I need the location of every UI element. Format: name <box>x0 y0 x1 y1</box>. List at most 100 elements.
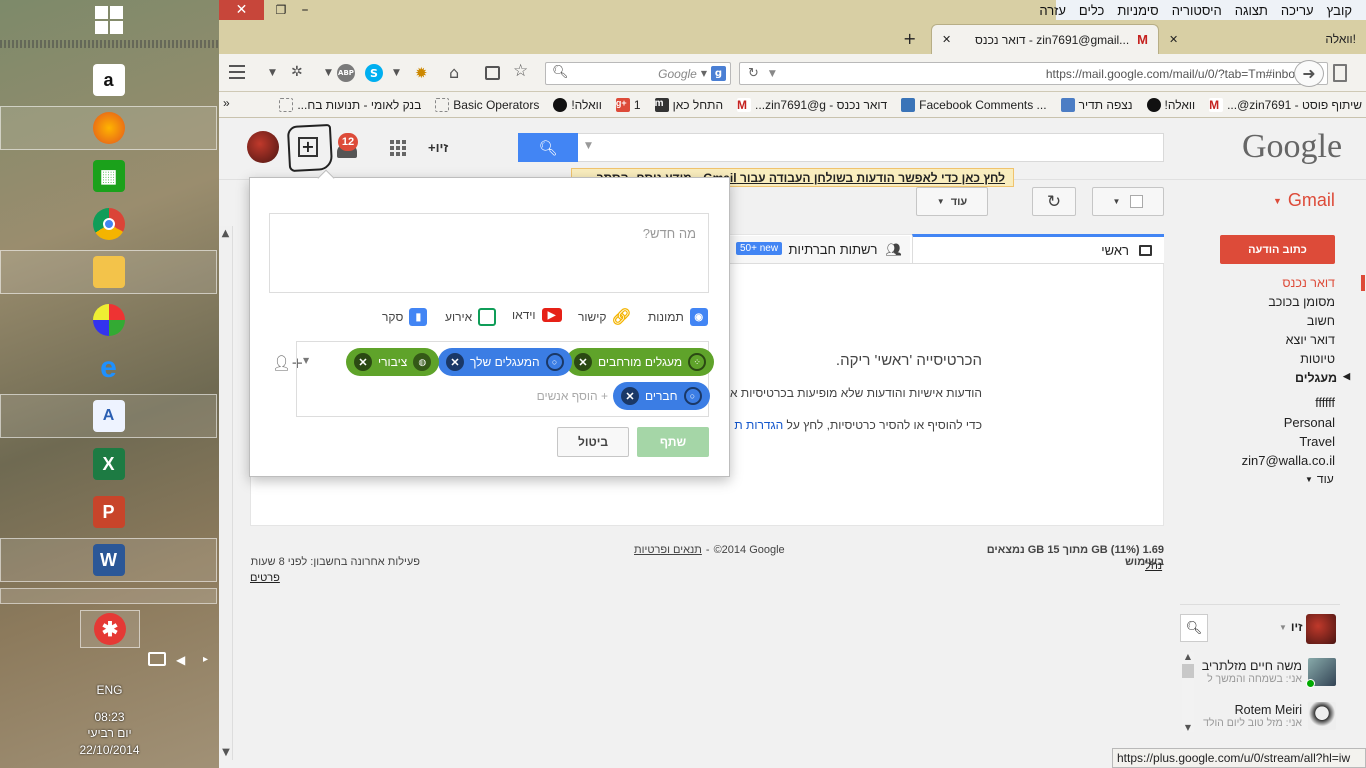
share-poll-option[interactable]: ▮ סקר <box>382 308 428 326</box>
share-post-plus-icon[interactable]: + <box>298 137 318 157</box>
chat-me-avatar[interactable] <box>1306 614 1336 644</box>
taskbar-powerpoint[interactable]: P <box>0 490 217 534</box>
bookmark-item[interactable]: נצפה תדיר <box>1060 97 1133 112</box>
share-video-option[interactable]: ▶ וידאו <box>512 308 562 322</box>
window-restore-icon[interactable]: ❐ <box>272 1 290 19</box>
forward-arrow-icon[interactable]: ➜ <box>1294 60 1324 87</box>
windows-start-icon[interactable] <box>95 6 123 34</box>
taskbar-explorer[interactable] <box>0 250 217 294</box>
compose-button[interactable]: כתוב הודעה <box>1220 235 1335 264</box>
tab-walla[interactable]: ✕ וואלה! <box>1159 24 1366 54</box>
refresh-button[interactable]: ↻ <box>1032 187 1076 216</box>
taskbar-time[interactable]: 08:23 <box>0 710 219 724</box>
remove-chip-icon[interactable]: ✕ <box>354 353 372 371</box>
chat-me-status[interactable]: ▼ זיו <box>1279 620 1303 634</box>
taskbar-amazon[interactable]: a <box>0 58 217 102</box>
menu-hamburger-icon[interactable] <box>229 65 245 79</box>
nav-drafts[interactable]: טיוטות <box>1200 352 1335 366</box>
taskbar-word[interactable]: W <box>0 538 217 582</box>
menu-tools[interactable]: כלים <box>1079 3 1104 18</box>
search-box[interactable]: 🔍︎ Google ▼ g <box>545 62 731 85</box>
select-checkbox[interactable] <box>1130 195 1144 208</box>
window-close-button[interactable]: ✕ <box>219 0 264 20</box>
chevron-down-icon[interactable]: ▼ <box>393 68 400 78</box>
enable-notifications-link[interactable]: לחץ כאן כדי לאפשר הודעות בשולחן העבודה ע… <box>700 171 1005 185</box>
share-text-input[interactable]: מה חדש? <box>269 213 709 293</box>
nav-more[interactable]: ▼ עוד <box>1305 472 1334 486</box>
nav-circles[interactable]: מעגלים ◀ <box>1295 371 1350 385</box>
bookmark-item[interactable]: וואלה! <box>553 97 602 112</box>
home-icon[interactable]: ⌂ <box>449 63 459 82</box>
search-options-icon[interactable]: ▼ <box>585 141 592 151</box>
notifications-count-badge[interactable]: 12 <box>338 133 358 151</box>
taskbar-ie[interactable]: e <box>0 346 217 390</box>
chat-scrollbar[interactable]: ▲ ▼ <box>1182 652 1194 732</box>
scroll-down-icon[interactable]: ▼ <box>219 747 233 758</box>
reload-icon[interactable]: ↻ <box>748 66 759 81</box>
gplus-user-link[interactable]: +זיו <box>428 140 448 155</box>
chat-scroll-thumb[interactable] <box>1182 664 1194 678</box>
menu-file[interactable]: קובץ <box>1327 3 1352 18</box>
more-actions-button[interactable]: ▼ עוד <box>916 187 988 216</box>
nav-label-travel[interactable]: Travel <box>1200 434 1335 449</box>
tab-primary[interactable]: ראשי <box>912 234 1164 264</box>
nav-important[interactable]: חשוב <box>1200 314 1335 328</box>
chat-contact[interactable]: Rotem Meiri אני: מזל טוב ליום הולד <box>1180 696 1336 736</box>
skype-icon[interactable]: S <box>365 64 383 82</box>
activity-details-link[interactable]: פרטים <box>250 572 280 584</box>
bookmark-item[interactable]: M שיתוף פוסט - zin7691@... <box>1209 97 1362 112</box>
bookmark-item[interactable]: Basic Operators <box>435 97 539 112</box>
tab-settings-link[interactable]: הגדרות ת <box>734 418 783 432</box>
menu-help[interactable]: עזרה <box>1039 3 1066 18</box>
bookmark-star-icon[interactable]: ☆ <box>513 61 528 81</box>
scroll-up-icon[interactable]: ▲ <box>219 228 232 239</box>
taskbar-language[interactable]: ENG <box>0 683 219 697</box>
taskbar-scroll[interactable] <box>0 588 217 604</box>
share-link-option[interactable]: 🔗︎ קישור <box>578 308 632 326</box>
taskbar-paint[interactable] <box>0 298 217 342</box>
gmail-search-input[interactable]: ▼ <box>518 133 1164 162</box>
taskbar-firefox[interactable] <box>0 106 217 150</box>
taskbar-chrome[interactable] <box>0 202 217 246</box>
chevron-down-icon[interactable]: ▼ <box>269 68 276 78</box>
apps-grid-icon[interactable] <box>390 140 406 156</box>
bookmark-item[interactable]: וואלה! <box>1146 97 1195 112</box>
chip-your-circles[interactable]: ○ המעגלים שלך ✕ <box>438 348 572 376</box>
nav-sent[interactable]: דואר יוצא <box>1200 333 1335 347</box>
gmail-search-button[interactable]: 🔍︎ <box>518 133 578 162</box>
chevron-down-icon[interactable]: ▼ <box>325 68 332 78</box>
remove-chip-icon[interactable]: ✕ <box>574 353 592 371</box>
tab-gmail[interactable]: ✕ דואר נכנס - zin7691@gmail... M <box>931 24 1159 54</box>
taskbar-store[interactable]: ▦ <box>0 154 217 198</box>
tab-social[interactable]: 50+ new רשתות חברתיות 👥︎ <box>730 236 910 264</box>
share-photos-option[interactable]: ◉ תמונות <box>648 308 708 326</box>
bookmark-item[interactable]: בנק לאומי - תנועות בח... <box>279 97 421 112</box>
tray-expand-icon[interactable]: ▸ <box>203 654 208 665</box>
nav-starred[interactable]: מסומן בכוכב <box>1200 295 1335 309</box>
share-event-option[interactable]: אירוע <box>445 308 497 326</box>
nav-label-ffffff[interactable]: ffffff <box>1200 396 1335 410</box>
menu-bookmarks[interactable]: סימניות <box>1117 3 1158 18</box>
chip-friends[interactable]: ○ חברים ✕ <box>613 382 710 410</box>
add-people-input[interactable]: + הוסף אנשים <box>520 389 608 403</box>
chat-contact[interactable]: משה חיים מזלתריב אני: בשמחה והמשך ל <box>1180 652 1336 692</box>
user-avatar[interactable] <box>247 131 279 163</box>
terms-link[interactable]: תנאים ופרטיות <box>634 544 702 556</box>
bookmark-item[interactable]: m התחל כאן <box>654 97 723 112</box>
menu-history[interactable]: היסטוריה <box>1172 3 1222 18</box>
page-icon[interactable] <box>1333 64 1347 82</box>
new-tab-button[interactable]: + <box>903 29 916 48</box>
clipboard-icon[interactable] <box>485 66 500 80</box>
taskbar-app[interactable]: ✱ <box>80 610 140 648</box>
tab-close-icon[interactable]: ✕ <box>1169 33 1178 46</box>
chevron-down-icon[interactable]: ▼ <box>701 69 707 78</box>
scroll-up-icon[interactable]: ▲ <box>1182 652 1194 661</box>
remove-chip-icon[interactable]: ✕ <box>621 387 639 405</box>
nav-inbox[interactable]: דואר נכנס <box>1200 276 1335 290</box>
nav-label-personal[interactable]: Personal <box>1200 415 1335 430</box>
settings-gear-icon[interactable]: ✹ <box>415 64 428 82</box>
cancel-button[interactable]: ביטול <box>557 427 629 457</box>
network-icon[interactable] <box>148 652 166 666</box>
share-button[interactable]: שתף <box>637 427 709 457</box>
taskbar-wordpad[interactable]: A <box>0 394 217 438</box>
